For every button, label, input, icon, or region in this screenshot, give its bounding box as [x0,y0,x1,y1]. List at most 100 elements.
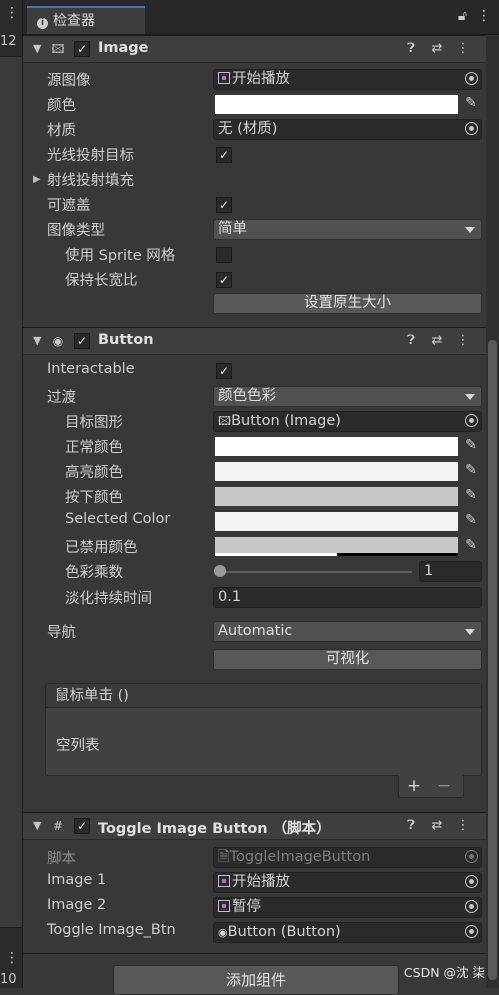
eyedropper-icon[interactable]: ✎ [463,436,479,454]
script-field: 🗎︎ToggleImageButton [213,847,482,868]
button-component-header[interactable]: ▼ ◉ ✓ Button ❓︎ ⇄ ⋮ [23,327,486,355]
help-icon[interactable]: ❓︎ [398,818,424,833]
object-picker-icon[interactable] [465,900,478,913]
image2-field[interactable]: 暂停 [213,897,482,918]
image-enabled-checkbox[interactable]: ✓ [74,41,90,57]
left-panel-content [0,56,22,928]
fold-arrow-icon[interactable]: ▼ [33,334,41,347]
interactable-checkbox[interactable]: ✓ [216,363,232,379]
component-menu-icon[interactable]: ⋮ [450,818,476,833]
object-picker-icon[interactable] [465,875,478,888]
fold-arrow-icon[interactable]: ▼ [33,42,41,55]
left-panel-strip: ⋮ 12 ⋮ 10 [0,0,23,988]
object-picker-icon [465,850,478,863]
preset-icon[interactable]: ⇄ [424,818,450,833]
image-type-dropdown[interactable]: 简单 [213,219,482,240]
chevron-down-icon [465,227,475,233]
on-click-event-list: 鼠标单击 () 空列表 [45,683,482,776]
color-multiplier-field[interactable]: 1 [419,561,482,582]
eyedropper-icon[interactable]: ✎ [463,461,479,479]
navigation-value: Automatic [218,623,293,639]
image1-value: 开始播放 [232,874,290,890]
eyedropper-icon[interactable]: ✎ [463,536,479,554]
preset-icon[interactable]: ⇄ [424,333,450,348]
pressed-color-swatch[interactable] [215,487,458,506]
normal-color-label: 正常颜色 [65,440,123,456]
eyedropper-icon[interactable]: ✎ [463,511,479,529]
script-file-icon: 🗎︎ [218,849,230,865]
tab-icons: 🔓︎ ⋮ [448,8,491,24]
component-header-icons: ❓︎ ⇄ ⋮ [398,333,476,348]
visualize-button[interactable]: 可视化 [213,649,482,670]
toggle-component-header[interactable]: ▼ # ✓ Toggle Image Button （脚本） ❓︎ ⇄ ⋮ [23,812,486,840]
maskable-checkbox[interactable]: ✓ [216,197,232,213]
component-header-icons: ❓︎ ⇄ ⋮ [398,818,476,833]
tab-bar: i 检查器 🔓︎ ⋮ [23,0,499,35]
help-icon[interactable]: ❓︎ [398,41,424,56]
fade-duration-field[interactable]: 0.1 [213,587,482,608]
normal-color-swatch[interactable] [215,437,458,456]
color-swatch[interactable] [215,95,458,114]
left-number-top: 12 [0,34,17,49]
set-native-size-button[interactable]: 设置原生大小 [213,293,482,314]
preset-icon[interactable]: ⇄ [424,41,450,56]
raycast-padding-label[interactable]: 射线投射填充 [47,169,134,190]
button-enabled-checkbox[interactable]: ✓ [74,333,90,349]
divider [23,953,486,954]
slider-knob[interactable] [214,565,226,577]
add-component-button[interactable]: 添加组件 [113,965,399,995]
expand-arrow-icon[interactable]: ▶ [33,174,41,185]
button-icon: ◉ [218,926,228,939]
component-menu-icon[interactable]: ⋮ [450,41,476,56]
alpha-bar-dark [337,553,458,556]
remove-event-button[interactable]: − [429,775,459,797]
empty-list-text: 空列表 [56,738,100,754]
navigation-label: 导航 [47,625,76,641]
image2-value: 暂停 [232,899,261,915]
transition-dropdown[interactable]: 颜色色彩 [213,386,482,407]
object-picker-icon[interactable] [465,925,478,938]
button-component-title: Button [98,332,154,348]
target-graphic-field[interactable]: 🖾︎Button (Image) [213,411,482,432]
eyedropper-icon[interactable]: ✎ [463,486,479,504]
event-list-buttons: + − [398,775,464,798]
sprite-icon [218,875,230,887]
use-sprite-mesh-checkbox[interactable] [216,247,232,263]
preserve-aspect-checkbox[interactable]: ✓ [216,272,232,288]
material-label: 材质 [47,123,76,139]
source-image-field[interactable]: 开始播放 [213,69,482,90]
fold-arrow-icon[interactable]: ▼ [33,819,41,832]
more-icon-bottom[interactable]: ⋮ [5,950,19,966]
highlighted-color-swatch[interactable] [215,462,458,481]
chevron-down-icon [465,394,475,400]
toggle-enabled-checkbox[interactable]: ✓ [74,818,90,834]
scrollbar-thumb[interactable] [488,340,497,980]
component-menu-icon[interactable]: ⋮ [450,333,476,348]
raycast-target-checkbox[interactable]: ✓ [216,147,232,163]
color-multiplier-slider[interactable] [218,571,412,573]
material-field[interactable]: 无 (材质) [213,119,482,140]
image1-field[interactable]: 开始播放 [213,872,482,893]
help-icon[interactable]: ❓︎ [398,333,424,348]
selected-color-swatch[interactable] [215,512,458,531]
toggle-component-title: Toggle Image Button （脚本） [98,821,331,837]
pressed-color-label: 按下颜色 [65,490,123,506]
image-component-header[interactable]: ▼ 🖾︎ ✓ Image ❓︎ ⇄ ⋮ [23,35,486,63]
object-picker-icon[interactable] [465,72,478,85]
object-picker-icon[interactable] [465,122,478,135]
source-image-value: 开始播放 [232,71,290,87]
use-sprite-mesh-label: 使用 Sprite 网格 [65,248,176,264]
tab-inspector[interactable]: i 检查器 [27,6,145,34]
navigation-dropdown[interactable]: Automatic [213,621,482,642]
maskable-label: 可遮盖 [47,198,91,214]
lock-icon[interactable]: 🔓︎ [458,8,467,24]
disabled-color-swatch[interactable] [215,537,458,556]
toggle-btn-field[interactable]: ◉Button (Button) [213,922,482,943]
more-icon[interactable]: ⋮ [477,8,491,24]
object-picker-icon[interactable] [465,414,478,427]
tab-label: 检查器 [53,13,95,29]
more-icon[interactable]: ⋮ [5,6,19,20]
on-click-header: 鼠标单击 () [46,684,481,708]
eyedropper-icon[interactable]: ✎ [463,94,479,112]
add-event-button[interactable]: + [399,775,429,797]
